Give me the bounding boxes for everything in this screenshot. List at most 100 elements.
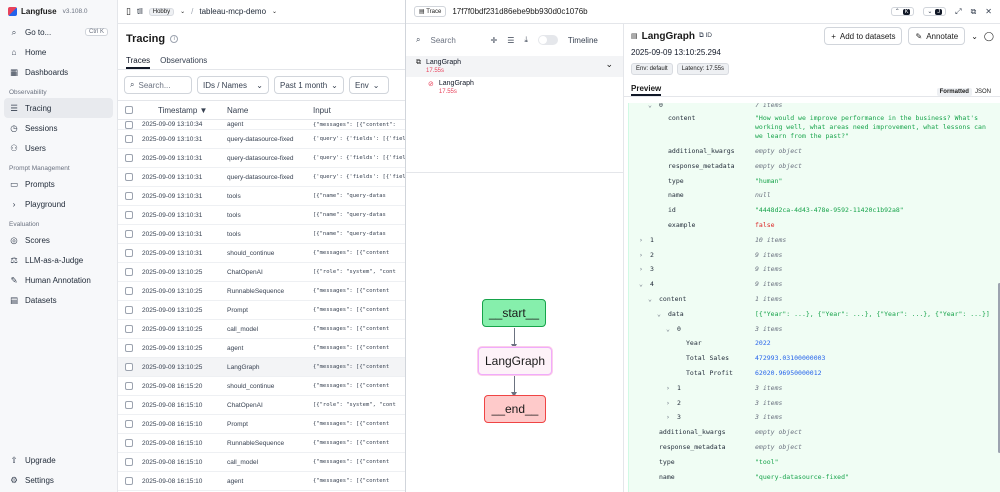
sidebar-item-upgrade[interactable]: ⇧ Upgrade xyxy=(4,450,114,470)
copy-id-button[interactable]: ⧉ ID xyxy=(699,32,712,40)
sidebar-item-home[interactable]: ⌂ Home xyxy=(4,42,113,62)
sidebar-toggle-icon[interactable]: ▯ xyxy=(126,6,131,17)
graph-node-langgraph[interactable]: LangGraph xyxy=(478,347,552,375)
timeline-toggle[interactable] xyxy=(537,35,558,45)
row-checkbox[interactable] xyxy=(125,382,133,390)
search-input[interactable]: ⌕ Search... xyxy=(124,76,192,94)
format-json[interactable]: JSON xyxy=(972,88,994,96)
row-checkbox[interactable] xyxy=(125,268,133,276)
chevron-down-icon[interactable]: ⌄ xyxy=(605,59,613,70)
column-input[interactable]: Input xyxy=(313,106,405,115)
tab-observations[interactable]: Observations xyxy=(160,54,207,69)
env-filter[interactable]: Env ⌄ xyxy=(349,76,389,94)
sidebar-item-users[interactable]: ⚇ Users xyxy=(4,138,113,158)
row-checkbox[interactable] xyxy=(125,363,133,371)
chevron-right-icon[interactable]: › xyxy=(639,265,644,273)
next-trace-button[interactable]: ⌄ J xyxy=(923,7,947,16)
row-checkbox[interactable] xyxy=(125,344,133,352)
crosshair-icon[interactable]: ✛ xyxy=(490,36,497,45)
row-checkbox[interactable] xyxy=(125,230,133,238)
row-checkbox[interactable] xyxy=(125,173,133,181)
row-checkbox[interactable] xyxy=(125,287,133,295)
column-name[interactable]: Name xyxy=(227,106,313,115)
chevron-right-icon[interactable]: › xyxy=(666,384,671,392)
table-row[interactable]: 2025-09-09 13:10:25 Prompt {"messages": [{… xyxy=(118,301,405,320)
row-checkbox[interactable] xyxy=(125,477,133,485)
tab-preview[interactable]: Preview xyxy=(631,84,662,96)
chevron-down-icon[interactable]: ⌄ xyxy=(648,295,653,303)
sidebar-item-tracing[interactable]: ☰ Tracing xyxy=(4,98,113,118)
external-link-icon[interactable]: ⧉ xyxy=(971,7,977,17)
chevron-right-icon[interactable]: › xyxy=(666,399,671,407)
table-row[interactable]: 2025-09-08 16:15:20 should_continue {"mess… xyxy=(118,377,405,396)
table-row[interactable]: 2025-09-09 13:10:31 query-datasource-fixe… xyxy=(118,130,405,149)
table-row[interactable]: 2025-09-08 16:15:10 Prompt {"messages": [{… xyxy=(118,415,405,434)
sidebar-item-sessions[interactable]: ◷ Sessions xyxy=(4,118,113,138)
project-breadcrumb[interactable]: tableau-mcp-demo xyxy=(199,7,266,16)
time-filter[interactable]: Past 1 month ⌄ xyxy=(274,76,344,94)
tree-search-input[interactable]: Search xyxy=(430,36,480,45)
row-checkbox[interactable] xyxy=(125,401,133,409)
json-row[interactable]: ⌄ content 1 items xyxy=(629,291,1000,306)
json-row[interactable]: › 3 3 items xyxy=(629,409,1000,424)
json-row[interactable]: ⌄ 0 7 items xyxy=(629,103,1000,110)
table-row[interactable]: 2025-09-09 13:10:34 agent {"messages": [{"… xyxy=(118,120,405,130)
chevron-down-icon[interactable]: ⌄ xyxy=(666,325,671,333)
table-row[interactable]: 2025-09-09 13:10:31 query-datasource-fixe… xyxy=(118,149,405,168)
row-checkbox[interactable] xyxy=(125,120,133,129)
table-row[interactable]: 2025-09-09 13:10:25 RunnableSequence {"mes… xyxy=(118,282,405,301)
org-breadcrumb[interactable]: tll xyxy=(137,7,143,16)
json-row[interactable]: ⌄ 4 9 items xyxy=(629,276,1000,291)
chevron-down-icon[interactable]: ⌄ xyxy=(180,8,185,15)
json-row[interactable]: › 3 9 items xyxy=(629,261,1000,276)
table-row[interactable]: 2025-09-09 13:10:31 tools [{"name": "query… xyxy=(118,187,405,206)
chevron-right-icon[interactable]: › xyxy=(639,251,644,259)
json-row[interactable]: › 2 9 items xyxy=(629,247,1000,262)
table-row[interactable]: 2025-09-09 13:10:25 agent {"messages": [{"… xyxy=(118,339,405,358)
row-checkbox[interactable] xyxy=(125,192,133,200)
expand-icon[interactable]: ⤢ xyxy=(955,7,961,17)
table-row[interactable]: 2025-09-09 13:10:31 should_continue {"mess… xyxy=(118,244,405,263)
info-icon[interactable]: i xyxy=(170,35,179,43)
download-icon[interactable]: ⤓ xyxy=(524,35,528,45)
table-row[interactable]: 2025-09-09 13:10:25 LangGraph {"messages":… xyxy=(118,358,405,377)
table-row[interactable]: 2025-09-09 13:10:31 tools [{"name": "query… xyxy=(118,206,405,225)
format-formatted[interactable]: Formatted xyxy=(936,88,972,96)
column-timestamp[interactable]: Timestamp ▼ xyxy=(140,106,227,115)
close-icon[interactable]: ✕ xyxy=(985,7,992,16)
row-checkbox[interactable] xyxy=(125,325,133,333)
tree-node-child[interactable]: ⊘ LangGraph 17.55s xyxy=(406,77,623,98)
row-checkbox[interactable] xyxy=(125,458,133,466)
row-checkbox[interactable] xyxy=(125,306,133,314)
row-checkbox[interactable] xyxy=(125,135,133,143)
table-row[interactable]: 2025-09-09 13:10:25 call_model {"messages"… xyxy=(118,320,405,339)
trace-id[interactable]: 17f7f0bdf231d86ebe9bb930d0c1076b xyxy=(452,7,587,16)
table-row[interactable]: 2025-09-08 16:15:10 agent {"messages": [{"… xyxy=(118,472,405,491)
chevron-down-icon[interactable]: ⌄ xyxy=(648,103,653,109)
sidebar-item-scores[interactable]: ◎ Scores xyxy=(4,230,113,250)
tree-node-root[interactable]: ⧉ LangGraph 17.55s ⌄ xyxy=(406,56,623,77)
json-row[interactable]: › 1 3 items xyxy=(629,380,1000,395)
sidebar-item-datasets[interactable]: ▤ Datasets xyxy=(4,290,113,310)
chevron-down-icon[interactable]: ⌄ xyxy=(971,32,978,41)
json-row[interactable]: › 1 10 items xyxy=(629,232,1000,247)
graph-node-start[interactable]: __start__ xyxy=(482,299,546,327)
sidebar-item-dashboards[interactable]: ▦ Dashboards xyxy=(4,62,113,82)
sidebar-item-human-annotation[interactable]: ✎ Human Annotation xyxy=(4,270,113,290)
row-checkbox[interactable] xyxy=(125,249,133,257)
brand[interactable]: Langfuse v3.108.0 xyxy=(0,0,117,22)
tab-traces[interactable]: Traces xyxy=(126,54,151,69)
comment-icon[interactable]: ◯ xyxy=(984,31,994,42)
sidebar-item-prompts[interactable]: ▭ Prompts xyxy=(4,174,113,194)
sidebar-item-llm-as-a-judge[interactable]: ⚖ LLM-as-a-Judge xyxy=(4,250,113,270)
json-row[interactable]: ⌄ data [{"Year": ...}, {"Year": ...}, {"Ye… xyxy=(629,306,1000,321)
table-row[interactable]: 2025-09-08 16:15:10 RunnableSequence {"mes… xyxy=(118,434,405,453)
json-row[interactable]: ⌄ 0 3 items xyxy=(629,321,1000,336)
chevron-right-icon[interactable]: › xyxy=(639,236,644,244)
previous-trace-button[interactable]: ⌃ K xyxy=(890,7,915,16)
select-all-checkbox[interactable] xyxy=(125,106,133,114)
sidebar-item-playground[interactable]: › Playground xyxy=(4,194,113,214)
row-checkbox[interactable] xyxy=(125,420,133,428)
row-checkbox[interactable] xyxy=(125,439,133,447)
add-to-datasets-button[interactable]: + Add to datasets xyxy=(824,27,903,45)
